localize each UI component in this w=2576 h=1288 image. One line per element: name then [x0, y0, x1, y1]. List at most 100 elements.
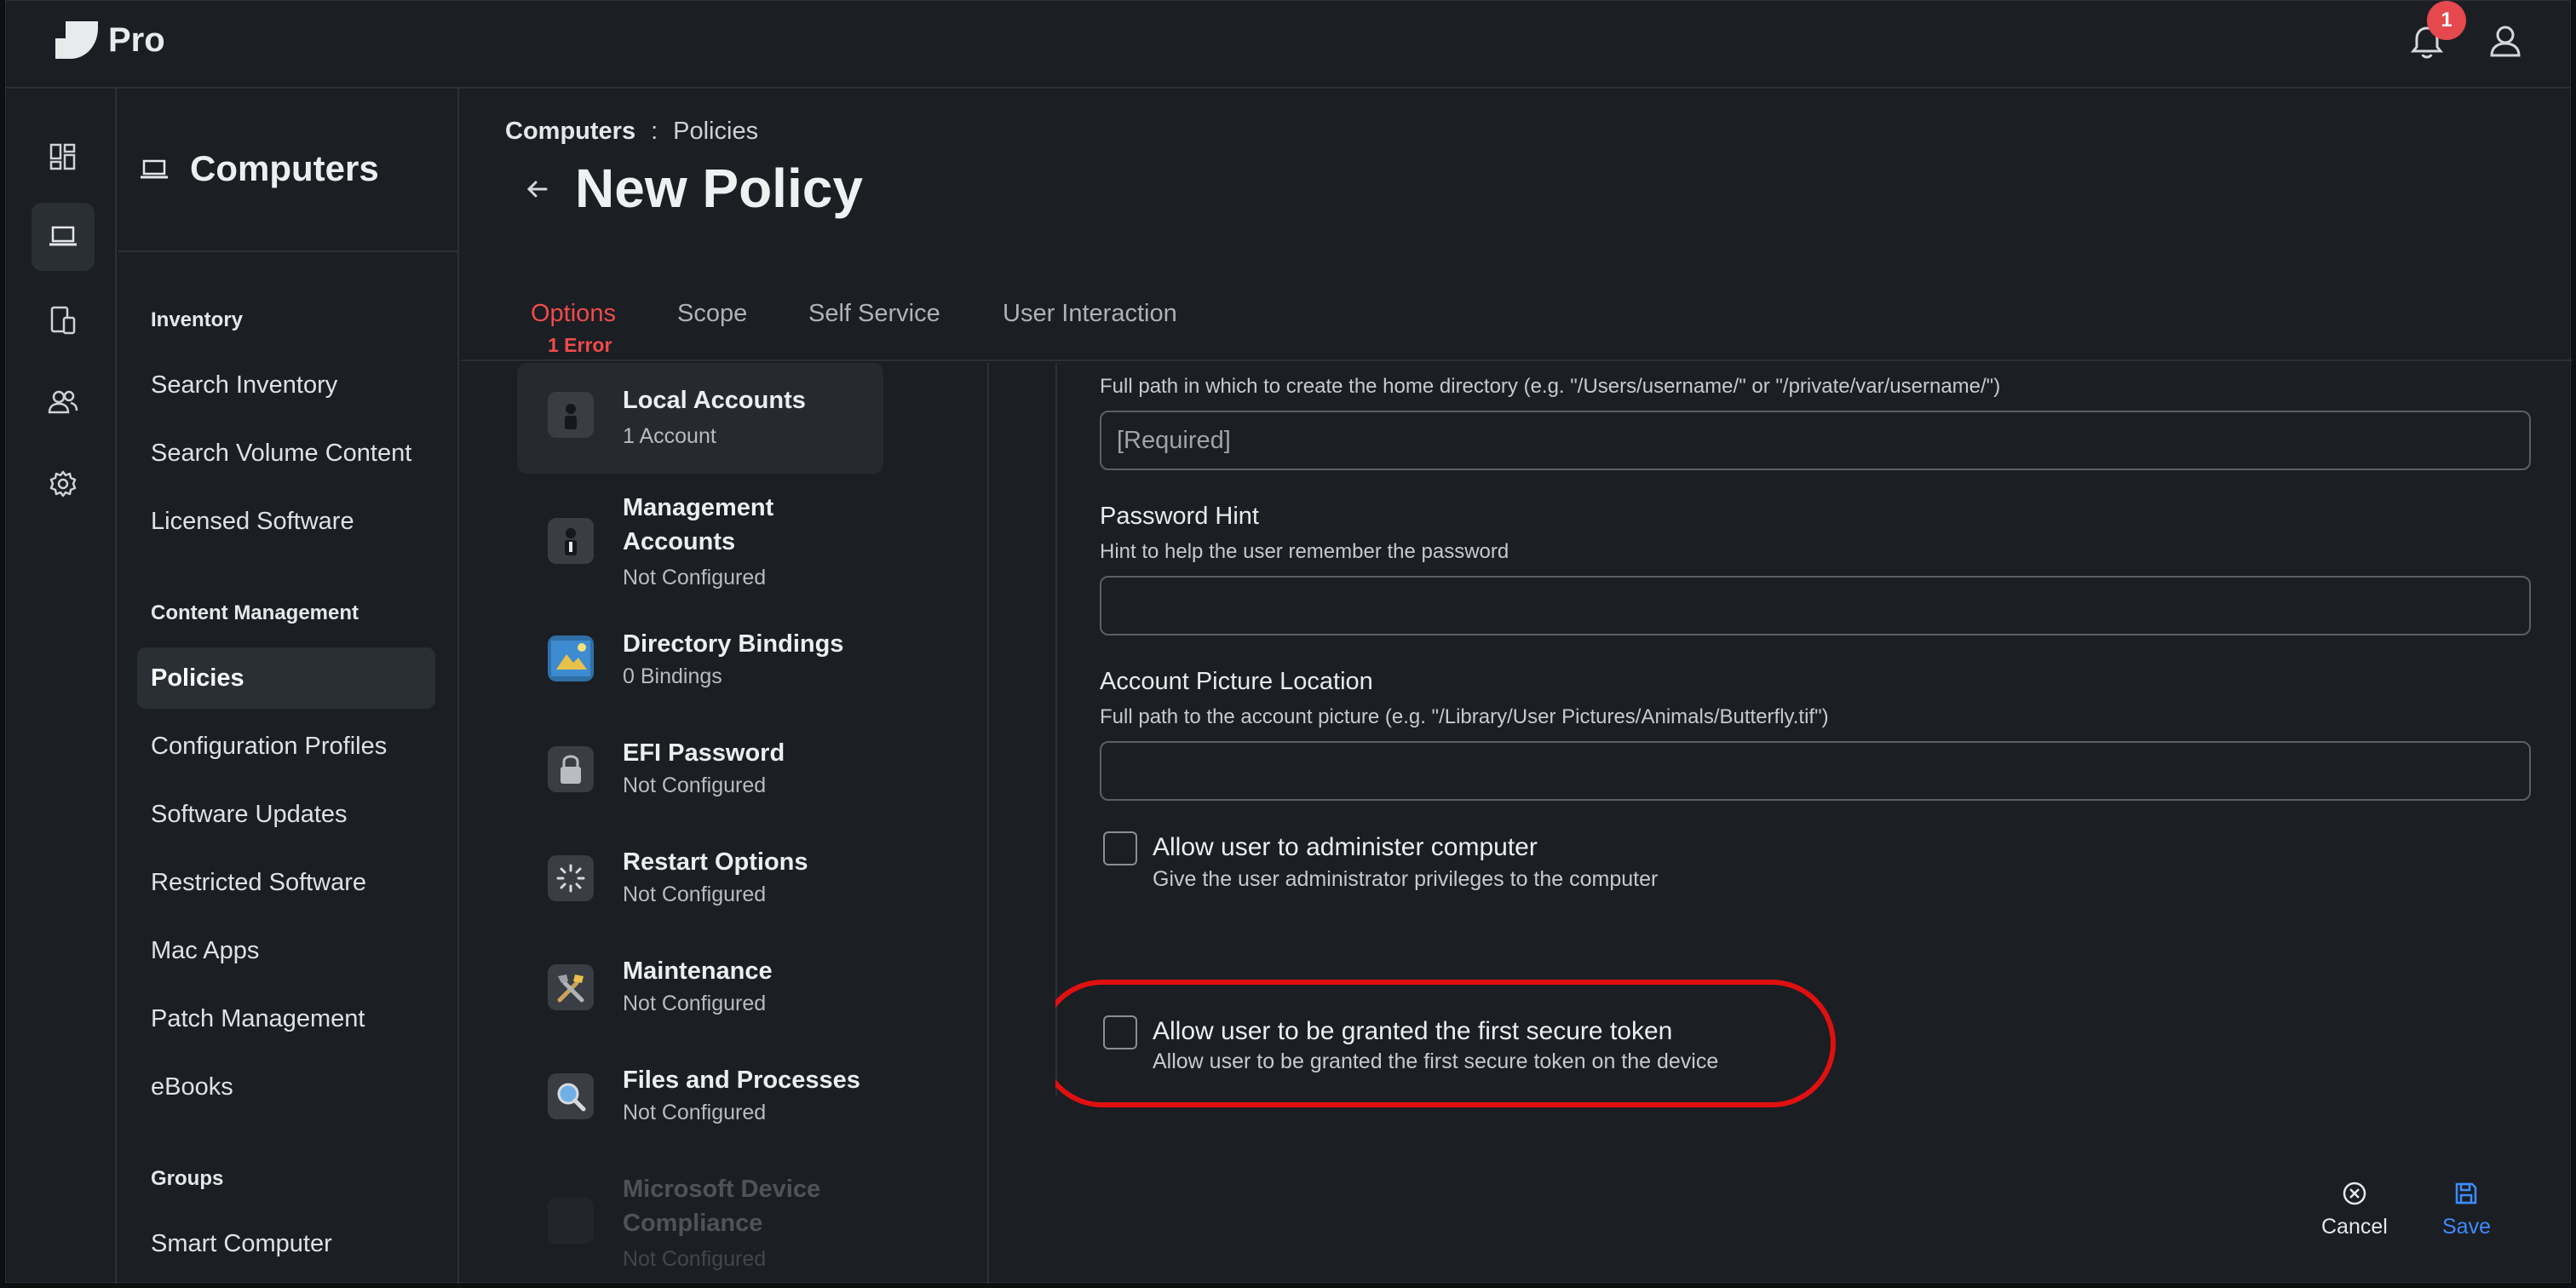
payload-status: 0 Bindings — [623, 664, 722, 688]
cancel-icon — [2343, 1182, 2366, 1205]
tab-options[interactable]: Options 1 Error — [531, 300, 619, 373]
management-accounts-icon — [548, 518, 594, 564]
secure-token-checkbox-help: Allow user to be granted the first secur… — [1153, 1049, 1719, 1073]
arrow-left-icon — [526, 181, 548, 198]
payload-efi-password[interactable]: EFI Password Not Configured — [517, 736, 883, 804]
nav-configuration-profiles[interactable]: Configuration Profiles — [137, 716, 435, 777]
logo-icon — [54, 20, 100, 60]
payload-name: Restart Options — [623, 848, 808, 876]
home-directory-help: Full path in which to create the home di… — [1100, 375, 2001, 398]
save-icon — [2456, 1182, 2477, 1205]
account-picture-input[interactable] — [1100, 741, 2531, 801]
nav-policies[interactable]: Policies — [137, 647, 435, 709]
tab-error-count: 1 Error — [548, 334, 612, 356]
payload-management-accounts[interactable]: Management Accounts Not Configured — [517, 491, 883, 600]
nav-title: Computers — [190, 148, 379, 188]
nav-section-groups: Groups — [151, 1167, 224, 1190]
cancel-button[interactable]: Cancel — [2321, 1181, 2388, 1239]
form-divider — [1055, 363, 1057, 1095]
nav-sidebar: Computers Inventory Search Inventory Sea… — [118, 89, 459, 1284]
nav-ebooks[interactable]: eBooks — [137, 1056, 435, 1118]
payload-status: 1 Account — [623, 424, 716, 448]
nav-licensed-software[interactable]: Licensed Software — [137, 491, 435, 552]
back-button[interactable] — [520, 172, 555, 206]
notification-badge: 1 — [2427, 1, 2466, 40]
save-label: Save — [2442, 1215, 2491, 1239]
tab-self-service[interactable]: Self Service — [808, 300, 940, 328]
nav-software-updates[interactable]: Software Updates — [137, 784, 435, 845]
tab-user-interaction[interactable]: User Interaction — [1003, 300, 1177, 328]
breadcrumb-separator: : — [651, 118, 658, 145]
app-logo[interactable]: Pro — [54, 20, 165, 60]
breadcrumb-current[interactable]: Policies — [673, 118, 758, 146]
payload-name: Maintenance — [623, 957, 773, 985]
payload-name: Directory Bindings — [623, 630, 844, 658]
password-hint-label: Password Hint — [1100, 503, 1259, 530]
laptop-icon — [141, 159, 168, 179]
admin-checkbox-help: Give the user administrator privileges t… — [1153, 867, 1659, 891]
tab-bar: Options 1 Error Scope Self Service User … — [461, 254, 2572, 373]
payload-maintenance[interactable]: Maintenance Not Configured — [517, 954, 883, 1022]
secure-token-checkbox-label[interactable]: Allow user to be granted the first secur… — [1153, 1017, 1672, 1046]
payload-form: Full path in which to create the home di… — [1055, 363, 2572, 1284]
payload-files-and-processes[interactable]: Files and Processes Not Configured — [517, 1063, 883, 1131]
laptop-icon — [49, 226, 77, 246]
breadcrumb: Computers : Policies — [505, 118, 758, 146]
payload-name: Management Accounts — [623, 494, 774, 555]
user-icon — [2490, 26, 2521, 57]
payload-name: Microsoft Device Compliance — [623, 1176, 821, 1237]
home-directory-input[interactable] — [1100, 411, 2531, 470]
admin-checkbox-label[interactable]: Allow user to administer computer — [1153, 833, 1538, 862]
nav-search-inventory[interactable]: Search Inventory — [137, 354, 435, 416]
nav-smart-computer[interactable]: Smart Computer — [137, 1213, 435, 1274]
users-icon — [48, 390, 78, 414]
restart-spinner-icon — [548, 855, 594, 901]
payload-name: EFI Password — [623, 739, 785, 767]
nav-mac-apps[interactable]: Mac Apps — [137, 920, 435, 981]
nav-header: Computers — [118, 89, 457, 252]
tab-options-label: Options — [531, 300, 616, 327]
page-title: New Policy — [575, 158, 863, 219]
admin-checkbox[interactable] — [1103, 831, 1137, 865]
mobile-devices-icon — [50, 306, 76, 335]
payload-restart-options[interactable]: Restart Options Not Configured — [517, 845, 883, 913]
app-name: Pro — [108, 20, 165, 59]
app-window: Pro 1 Computers Inventory Search Invento… — [5, 0, 2572, 1284]
nav-search-volume-content[interactable]: Search Volume Content — [137, 423, 435, 484]
nav-patch-management[interactable]: Patch Management — [137, 988, 435, 1049]
rail-computers[interactable] — [32, 203, 95, 271]
cancel-label: Cancel — [2321, 1215, 2388, 1239]
nav-section-inventory: Inventory — [151, 308, 244, 331]
payload-directory-bindings[interactable]: Directory Bindings 0 Bindings — [517, 627, 883, 695]
tab-scope[interactable]: Scope — [677, 300, 747, 328]
lock-icon — [548, 746, 594, 792]
folder-icon — [548, 1198, 594, 1244]
payload-local-accounts[interactable]: Local Accounts 1 Account — [517, 363, 883, 474]
account-picture-label: Account Picture Location — [1100, 668, 1373, 695]
rail-settings[interactable] — [32, 450, 95, 518]
user-menu-button[interactable] — [2481, 18, 2529, 66]
password-hint-input[interactable] — [1100, 576, 2531, 635]
secure-token-checkbox[interactable] — [1103, 1015, 1137, 1049]
payload-name: Local Accounts — [623, 387, 806, 414]
payload-status: Not Configured — [623, 1101, 767, 1124]
tools-icon — [548, 964, 594, 1010]
rail-dashboard[interactable] — [32, 123, 95, 191]
rail-devices[interactable] — [32, 286, 95, 354]
payload-status: Not Configured — [623, 883, 767, 906]
payload-status: Not Configured — [623, 992, 767, 1015]
directory-bindings-icon — [548, 635, 594, 681]
account-picture-help: Full path to the account picture (e.g. "… — [1100, 705, 1829, 728]
top-bar: Pro 1 — [6, 1, 2570, 89]
main-content: Computers : Policies New Policy Options … — [461, 89, 2572, 1284]
password-hint-help: Hint to help the user remember the passw… — [1100, 540, 1509, 563]
payload-status: Not Configured — [623, 1247, 767, 1271]
payload-list: Local Accounts 1 Account Management Acco… — [461, 363, 989, 1284]
rail-users[interactable] — [32, 368, 95, 436]
payload-microsoft-device-compliance[interactable]: Microsoft Device Compliance Not Configur… — [517, 1172, 883, 1283]
breadcrumb-parent[interactable]: Computers — [505, 118, 635, 146]
payload-name: Files and Processes — [623, 1067, 860, 1094]
save-button[interactable]: Save — [2442, 1181, 2491, 1239]
nav-restricted-software[interactable]: Restricted Software — [137, 852, 435, 913]
payload-status: Not Configured — [623, 773, 767, 797]
